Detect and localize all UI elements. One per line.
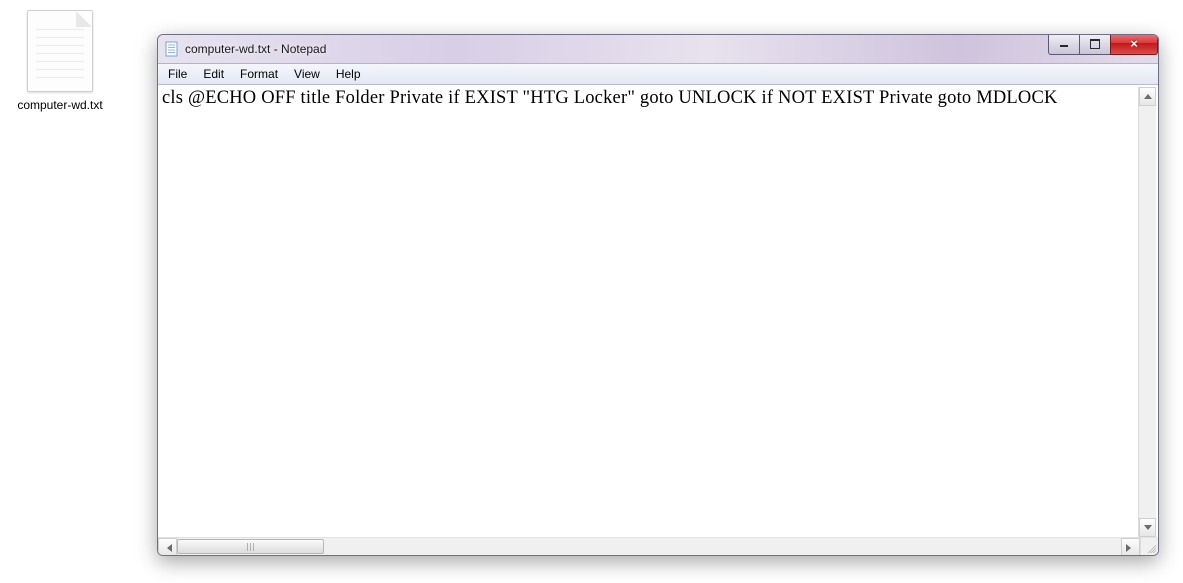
minimize-button[interactable] xyxy=(1048,34,1080,55)
minimize-icon xyxy=(1059,40,1069,48)
resize-grip[interactable] xyxy=(1140,538,1158,555)
menu-file[interactable]: File xyxy=(160,65,195,83)
vertical-scrollbar[interactable] xyxy=(1138,87,1156,537)
horizontal-scroll-track[interactable] xyxy=(177,538,1121,555)
window-controls: × xyxy=(1049,34,1158,54)
scroll-up-button[interactable] xyxy=(1139,87,1156,106)
desktop-file-icon[interactable]: computer-wd.txt xyxy=(15,10,105,112)
arrow-left-icon xyxy=(163,544,172,552)
menu-help[interactable]: Help xyxy=(328,65,369,83)
text-file-icon xyxy=(27,10,93,92)
horizontal-scrollbar[interactable] xyxy=(158,538,1140,555)
arrow-right-icon xyxy=(1126,544,1135,552)
menu-bar: File Edit Format View Help xyxy=(158,64,1158,85)
client-area: cls @ECHO OFF title Folder Private if EX… xyxy=(158,85,1158,555)
close-button[interactable]: × xyxy=(1110,34,1158,55)
close-icon: × xyxy=(1130,40,1138,48)
desktop-file-label: computer-wd.txt xyxy=(15,98,105,112)
maximize-button[interactable] xyxy=(1079,34,1111,55)
window-title: computer-wd.txt - Notepad xyxy=(185,42,326,56)
title-bar[interactable]: computer-wd.txt - Notepad × xyxy=(158,35,1158,64)
notepad-icon xyxy=(164,41,180,57)
text-area-row: cls @ECHO OFF title Folder Private if EX… xyxy=(158,85,1158,537)
editor-content[interactable]: cls @ECHO OFF title Folder Private if EX… xyxy=(162,87,1138,537)
horizontal-scroll-thumb[interactable] xyxy=(177,539,324,554)
arrow-down-icon xyxy=(1144,525,1152,530)
notepad-window: computer-wd.txt - Notepad × File Edit Fo… xyxy=(157,34,1159,556)
scroll-right-button[interactable] xyxy=(1121,538,1140,556)
menu-view[interactable]: View xyxy=(286,65,328,83)
bottom-scroll-row xyxy=(158,537,1158,555)
menu-format[interactable]: Format xyxy=(232,65,286,83)
scroll-down-button[interactable] xyxy=(1139,518,1156,537)
scroll-left-button[interactable] xyxy=(158,538,177,556)
menu-edit[interactable]: Edit xyxy=(195,65,232,83)
arrow-up-icon xyxy=(1144,94,1152,99)
maximize-icon xyxy=(1090,40,1100,48)
